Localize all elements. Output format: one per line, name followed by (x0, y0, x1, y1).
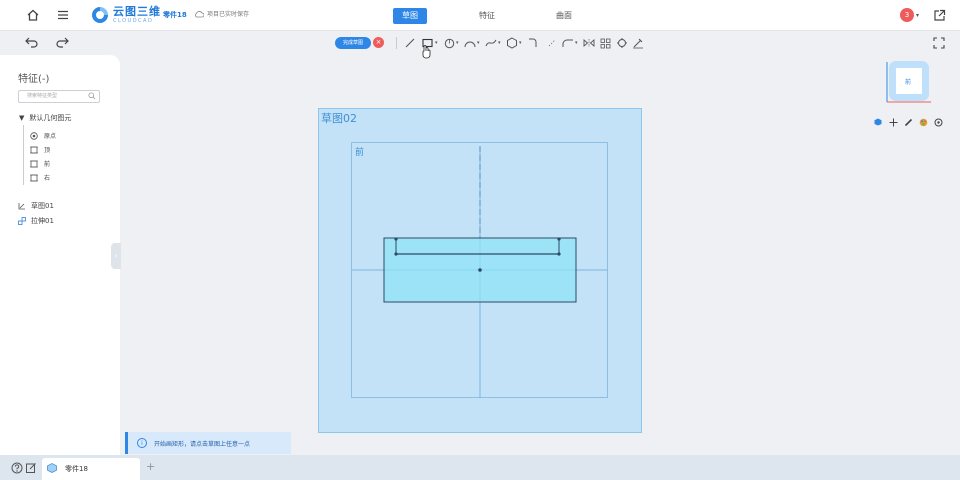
caret-down-icon[interactable]: ▼ (19, 114, 24, 122)
redo-icon[interactable] (53, 33, 71, 51)
measure-icon[interactable] (903, 117, 913, 127)
part-cube-icon (47, 463, 57, 475)
tree-item-right[interactable]: 右 (30, 173, 50, 182)
logo-text: 云图三维 (113, 5, 161, 18)
feature-panel: 特征(-) 搜索特征类型 ▼ 默认几何图元 原点 顶 前 右 草图01 拉伸01 (0, 55, 120, 455)
tree-item-origin[interactable]: 原点 (30, 131, 56, 140)
panel-title: 特征(-) (18, 74, 50, 85)
feedback-icon[interactable] (22, 459, 40, 477)
fillet-tool-icon[interactable] (562, 37, 574, 49)
tree-item-label: 原点 (44, 133, 57, 140)
sketch-point[interactable] (394, 237, 398, 241)
cube-view-icon[interactable] (873, 117, 883, 127)
save-status-text: 项目已实时保存 (207, 11, 250, 18)
panel-collapse-handle[interactable]: ‹ (111, 243, 121, 269)
line-tool-icon[interactable] (404, 37, 416, 49)
tree-item-label: 前 (44, 161, 51, 168)
origin-point[interactable] (478, 268, 482, 272)
feature-item-sketch01[interactable]: 草图01 (18, 201, 54, 211)
chevron-down-icon[interactable]: ▾ (477, 40, 480, 46)
fullscreen-icon[interactable] (930, 34, 948, 52)
feature-label: 草图01 (31, 202, 54, 210)
info-icon: i (137, 438, 147, 448)
bottom-bar: 零件18 + (0, 455, 960, 480)
cloudcad-logo-icon (90, 5, 110, 25)
origin-icon (30, 131, 38, 140)
search-icon[interactable] (88, 92, 96, 100)
add-tab-button[interactable]: + (146, 460, 155, 473)
tree-root-label: 默认几何图元 (29, 114, 72, 122)
save-status: 项目已实时保存 (194, 9, 249, 18)
plane-icon (30, 160, 38, 168)
notification-badge[interactable]: 3 (900, 8, 914, 22)
app-logo: 云图三维 CLOUDCAD (90, 4, 161, 26)
hint-message: i 开始画矩形，请点击草图上任意一点 (125, 432, 291, 454)
plane-icon (30, 146, 38, 154)
offset-tool-icon[interactable] (527, 37, 539, 49)
sketch-point[interactable] (557, 252, 561, 256)
toolbar-divider (396, 37, 397, 49)
section-view-icon[interactable] (933, 117, 943, 127)
plane-icon (30, 174, 38, 182)
chevron-down-icon[interactable]: ▾ (916, 12, 919, 19)
tree-item-top[interactable]: 顶 (30, 145, 50, 154)
tab-feature[interactable]: 特征 (470, 8, 504, 24)
sketch-geometry[interactable] (318, 108, 642, 433)
tree-root-default-geometry[interactable]: ▼ 默认几何图元 (19, 113, 71, 123)
chevron-down-icon[interactable]: ▾ (519, 40, 522, 46)
logo-subtext: CLOUDCAD (113, 18, 154, 24)
appearance-icon[interactable] (918, 117, 928, 127)
tree-item-label: 顶 (44, 147, 51, 154)
tree-line (23, 125, 24, 185)
cancel-sketch-button[interactable]: × (373, 37, 384, 48)
sketch-point[interactable] (394, 252, 398, 256)
home-icon[interactable] (24, 6, 42, 24)
tab-surface[interactable]: 曲面 (547, 8, 581, 24)
sketch-icon (18, 202, 26, 210)
menu-icon[interactable] (54, 6, 72, 24)
mouse-cursor-icon (422, 45, 431, 59)
circle-tool-icon[interactable] (443, 37, 455, 49)
dimension-tool-icon[interactable] (632, 37, 644, 49)
point-tool-icon[interactable] (546, 37, 558, 49)
cloud-save-icon (195, 10, 204, 17)
document-tab-label: 零件18 (65, 465, 88, 473)
chevron-down-icon[interactable]: ▾ (435, 40, 438, 46)
spline-tool-icon[interactable] (485, 37, 497, 49)
sketch-point[interactable] (557, 237, 561, 241)
hint-text: 开始画矩形，请点击草图上任意一点 (154, 440, 251, 448)
constraint-tool-icon[interactable] (616, 37, 628, 49)
mirror-tool-icon[interactable] (583, 37, 595, 49)
feature-label: 拉伸01 (31, 217, 54, 225)
document-tab-part18[interactable]: 零件18 (42, 458, 140, 480)
undo-icon[interactable] (22, 33, 40, 51)
arc-tool-icon[interactable] (464, 37, 476, 49)
view-cube-face-label: 前 (904, 79, 911, 86)
chevron-down-icon[interactable]: ▾ (456, 40, 459, 46)
chevron-down-icon[interactable]: ▾ (575, 40, 578, 46)
top-bar: 云图三维 CLOUDCAD 零件18 项目已实时保存 草图 特征 曲面 3 ▾ (0, 0, 960, 31)
share-icon[interactable] (930, 6, 948, 24)
pattern-tool-icon[interactable] (599, 37, 611, 49)
finish-sketch-button[interactable]: 完成草图 (335, 37, 371, 49)
sketch-toolbar: 完成草图 × ▾ ▾ ▾ ▾ ▾ ▾ (0, 31, 960, 55)
polygon-tool-icon[interactable] (506, 37, 518, 49)
extrude-icon (18, 217, 26, 225)
pan-icon[interactable] (888, 117, 898, 127)
feature-item-extrude01[interactable]: 拉伸01 (18, 216, 54, 226)
part-name[interactable]: 零件18 (163, 10, 187, 20)
tab-sketch[interactable]: 草图 (393, 8, 427, 24)
chevron-down-icon[interactable]: ▾ (498, 40, 501, 46)
tree-item-front[interactable]: 前 (30, 159, 50, 168)
tree-item-label: 右 (44, 175, 51, 182)
